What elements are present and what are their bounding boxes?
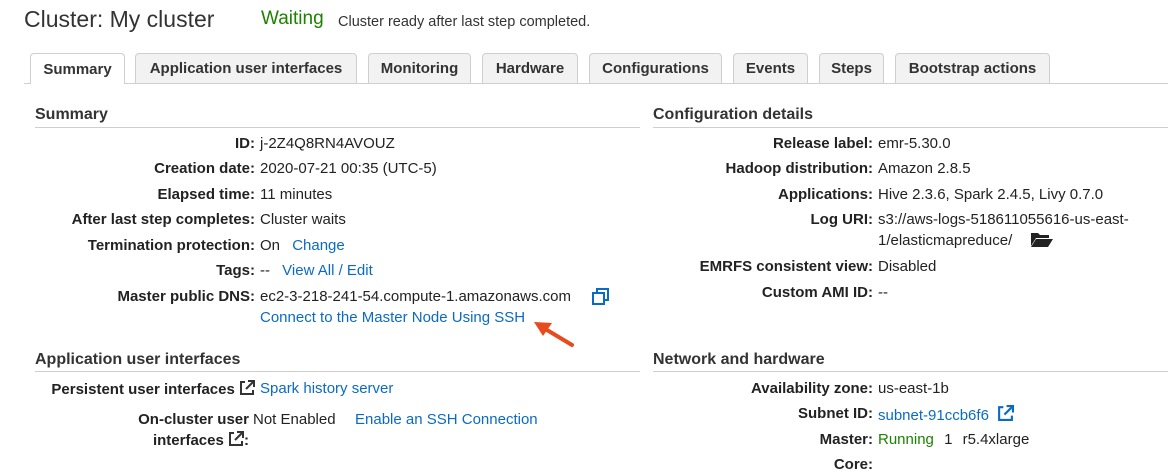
emrfs-label: EMRFS consistent view: xyxy=(699,258,873,275)
oncluster-ui-label-line1: On-cluster user xyxy=(138,411,249,428)
app-ui-section-title: Application user interfaces xyxy=(35,351,241,368)
applications-label: Applications: xyxy=(777,186,873,203)
master-instance-type: r5.4xlarge xyxy=(962,431,1030,448)
oncluster-ui-label-line2: interfaces : xyxy=(153,431,249,451)
after-step-label: After last step completes: xyxy=(71,211,255,228)
termination-protection-row: On Change xyxy=(260,237,345,254)
summary-section-title: Summary xyxy=(35,106,108,123)
cluster-status: Waiting xyxy=(261,8,324,29)
master-status: Running xyxy=(878,431,934,448)
log-uri-value-line2: 1/elasticmapreduce/ xyxy=(878,232,1013,249)
tab-events[interactable]: Events xyxy=(733,53,808,83)
external-link-icon xyxy=(228,431,244,451)
tags-row: -- View All / Edit xyxy=(260,262,373,279)
section-divider xyxy=(35,127,640,128)
tab-bootstrap-actions[interactable]: Bootstrap actions xyxy=(895,53,1050,83)
annotation-arrow xyxy=(534,322,574,347)
emrfs-value: Disabled xyxy=(878,258,937,275)
tab-bar-border xyxy=(24,83,1168,84)
availability-zone-value: us-east-1b xyxy=(878,380,949,397)
tab-label: Monitoring xyxy=(380,60,459,77)
tab-application-user-interfaces[interactable]: Application user interfaces xyxy=(135,53,357,83)
oncluster-ui-label-text: interfaces xyxy=(152,432,224,449)
change-termination-link[interactable]: Change xyxy=(292,237,345,254)
tab-label: Summary xyxy=(43,60,112,78)
status-message: Cluster ready after last step completed. xyxy=(338,14,591,30)
oncluster-ui-label-colon: : xyxy=(244,432,249,449)
tab-label: Hardware xyxy=(495,60,565,77)
tab-steps[interactable]: Steps xyxy=(819,53,884,83)
copy-icon[interactable] xyxy=(592,288,610,310)
id-value: j-2Z4Q8RN4AVOUZ xyxy=(260,135,395,152)
log-uri-value-line1: s3://aws-logs-518611055616-us-east- xyxy=(878,211,1129,228)
after-step-value: Cluster waits xyxy=(260,211,346,228)
tab-configurations[interactable]: Configurations xyxy=(589,53,722,83)
tags-label: Tags: xyxy=(216,262,255,279)
config-section-title: Configuration details xyxy=(653,106,813,123)
network-section-title: Network and hardware xyxy=(653,351,825,368)
availability-zone-label: Availability zone: xyxy=(751,380,873,397)
hadoop-distribution-value: Amazon 2.8.5 xyxy=(878,160,971,177)
folder-icon[interactable] xyxy=(1030,231,1054,252)
tab-label: Events xyxy=(745,60,796,77)
section-divider xyxy=(653,371,1168,372)
hadoop-distribution-label: Hadoop distribution: xyxy=(725,160,873,177)
external-link-icon[interactable] xyxy=(997,405,1015,426)
oncluster-ui-value: Not Enabled xyxy=(253,411,336,428)
elapsed-time-label: Elapsed time: xyxy=(157,186,255,203)
tab-summary[interactable]: Summary xyxy=(30,53,125,84)
tab-label: Configurations xyxy=(602,60,709,77)
elapsed-time-value: 11 minutes xyxy=(260,186,333,203)
termination-protection-label: Termination protection: xyxy=(87,237,255,254)
subnet-id-row: subnet-91ccb6f6 xyxy=(878,405,1015,426)
creation-date-value: 2020-07-21 00:35 (UTC-5) xyxy=(260,160,437,177)
persistent-ui-label: Persistent user interfaces xyxy=(51,380,255,400)
external-link-icon xyxy=(239,380,255,400)
tab-label: Bootstrap actions xyxy=(908,60,1037,77)
tab-label: Steps xyxy=(831,60,872,77)
subnet-id-label: Subnet ID: xyxy=(798,405,873,422)
tags-value: -- xyxy=(260,262,270,279)
page-title: Cluster: My cluster xyxy=(24,6,215,32)
custom-ami-label: Custom AMI ID: xyxy=(761,284,873,301)
section-divider xyxy=(653,127,1168,128)
core-label: Core: xyxy=(833,456,873,473)
master-dns-value: ec2-3-218-241-54.compute-1.amazonaws.com xyxy=(260,288,571,305)
master-count: 1 xyxy=(944,431,953,448)
tab-monitoring[interactable]: Monitoring xyxy=(368,53,471,83)
master-label: Master: xyxy=(819,431,873,448)
view-edit-tags-link[interactable]: View All / Edit xyxy=(282,262,373,279)
master-row: Running 1 r5.4xlarge xyxy=(878,431,1029,448)
master-dns-label: Master public DNS: xyxy=(117,288,255,305)
persistent-ui-label-text: Persistent user interfaces xyxy=(51,381,235,398)
release-label-value: emr-5.30.0 xyxy=(878,135,951,152)
ssh-connect-link[interactable]: Connect to the Master Node Using SSH xyxy=(260,309,525,326)
section-divider xyxy=(35,371,640,372)
id-label: ID: xyxy=(235,135,255,152)
tab-hardware[interactable]: Hardware xyxy=(482,53,578,83)
enable-ssh-connection-link[interactable]: Enable an SSH Connection xyxy=(355,411,538,428)
subnet-id-link[interactable]: subnet-91ccb6f6 xyxy=(878,407,989,424)
termination-protection-value: On xyxy=(260,237,281,254)
spark-history-server-link[interactable]: Spark history server xyxy=(260,380,393,397)
creation-date-label: Creation date: xyxy=(154,160,255,177)
release-label-label: Release label: xyxy=(772,135,873,152)
log-uri-label: Log URI: xyxy=(810,211,873,228)
custom-ami-value: -- xyxy=(878,284,888,301)
applications-value: Hive 2.3.6, Spark 2.4.5, Livy 0.7.0 xyxy=(878,186,1104,203)
tab-label: Application user interfaces xyxy=(149,60,343,77)
